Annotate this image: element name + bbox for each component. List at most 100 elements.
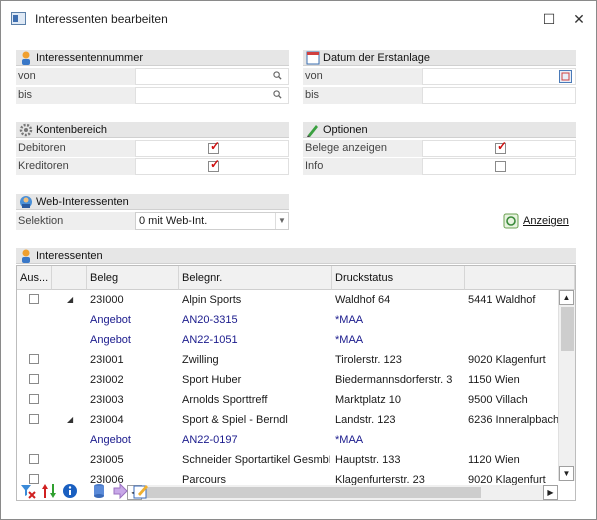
chevron-down-icon[interactable]: ▼ [275, 213, 288, 229]
anzeigen-label: Anzeigen [523, 215, 569, 227]
hscroll-thumb[interactable] [144, 487, 481, 498]
table-row[interactable]: ◢ 23I000 Alpin Sports Waldhof 64 5441 Waldho… [17, 290, 558, 310]
filter-clear-icon[interactable] [20, 483, 36, 499]
kreditoren-checkbox[interactable] [208, 157, 220, 172]
title-bar: Interessenten bearbeiten ☐ ✕ [1, 1, 596, 37]
table-row[interactable]: 23I002 Sport Huber Biedermannsdorferstr. 3… [17, 370, 558, 390]
interessenten-table: Aus... Beleg Belegnr. Druckstatus ◢ 23I00… [16, 265, 576, 501]
scroll-right-button[interactable]: ▶ [543, 485, 558, 500]
belege-row [422, 139, 576, 157]
cell-druckstatus: *MAA [335, 334, 364, 346]
table-subrow[interactable]: Angebot AN22-1051 *MAA [17, 330, 558, 350]
refresh-icon [503, 213, 519, 229]
cell-beleg: 23I000 [90, 294, 124, 306]
row-checkbox[interactable] [29, 374, 39, 384]
search-icon[interactable] [273, 71, 282, 80]
database-icon[interactable] [91, 483, 107, 499]
datum-von-input[interactable] [422, 68, 576, 85]
cell-extra [468, 310, 558, 330]
expand-icon[interactable]: ◢ [67, 290, 79, 310]
cell-belegnr: Alpin Sports [182, 294, 242, 306]
cell-belegnr: Sport Huber [182, 374, 242, 386]
selektion-dropdown[interactable]: 0 mit Web-Int. ▼ [135, 212, 289, 230]
col-header-aus[interactable]: Aus... [17, 266, 52, 290]
cell-beleg: 23I005 [90, 454, 124, 466]
section-title: Web-Interessenten [36, 196, 129, 208]
cell-belegnr: AN22-0197 [182, 434, 238, 446]
row-checkbox[interactable] [29, 394, 39, 404]
bis-label: bis [16, 87, 135, 104]
cell-extra [468, 330, 558, 350]
datum-bis-input[interactable] [422, 87, 576, 104]
col-header-extra[interactable] [465, 266, 575, 290]
cell-extra: 1150 Wien [468, 374, 520, 386]
web-user-icon [20, 196, 32, 208]
cell-belegnr: AN20-3315 [182, 314, 238, 326]
cell-beleg: 23I003 [90, 394, 124, 406]
interessent-von-input[interactable] [135, 68, 289, 85]
cell-druckstatus: Landstr. 123 [335, 414, 396, 426]
row-checkbox[interactable] [29, 414, 39, 424]
gear-icon [19, 123, 33, 137]
row-checkbox[interactable] [29, 454, 39, 464]
table-subrow[interactable]: Angebot AN22-0197 *MAA [17, 430, 558, 450]
debitoren-checkbox[interactable] [208, 139, 220, 154]
expand-icon[interactable]: ◢ [67, 410, 79, 430]
scroll-thumb[interactable] [561, 307, 574, 351]
close-button[interactable]: ✕ [568, 8, 590, 30]
section-interessenten: Interessenten [16, 248, 576, 264]
interessent-bis-input[interactable] [135, 87, 289, 104]
person-icon [22, 249, 30, 263]
expand-icon[interactable] [67, 450, 79, 470]
section-title: Interessentennummer [36, 52, 143, 64]
cell-belegnr: Sport & Spiel - Berndl [182, 414, 288, 426]
col-header-druckstatus[interactable]: Druckstatus [332, 266, 465, 290]
col-header-beleg[interactable]: Beleg [87, 266, 179, 290]
table-row[interactable]: 23I001 Zwilling Tirolerstr. 123 9020 Klagen… [17, 350, 558, 370]
horizontal-scrollbar[interactable]: ◀ ▶ [127, 485, 558, 500]
von-label: von [16, 68, 135, 85]
search-icon[interactable] [273, 90, 282, 99]
cell-druckstatus: Waldhof 64 [335, 294, 391, 306]
expand-icon[interactable] [67, 370, 79, 390]
col-header-expand[interactable] [52, 266, 87, 290]
belege-checkbox[interactable] [495, 139, 507, 154]
cell-belegnr: AN22-1051 [182, 334, 238, 346]
expand-icon[interactable] [67, 350, 79, 370]
row-checkbox[interactable] [29, 294, 39, 304]
debitoren-label: Debitoren [16, 140, 135, 157]
edit-icon[interactable] [133, 483, 149, 499]
anzeigen-button[interactable]: Anzeigen [503, 212, 569, 230]
expand-icon[interactable] [67, 390, 79, 410]
window-title: Interessenten bearbeiten [35, 12, 168, 26]
row-checkbox[interactable] [29, 354, 39, 364]
cell-druckstatus: Hauptstr. 133 [335, 454, 401, 466]
table-subrow[interactable]: Angebot AN20-3315 *MAA [17, 310, 558, 330]
selektion-value: 0 mit Web-Int. [139, 215, 208, 227]
info-checkbox[interactable] [495, 161, 506, 172]
scroll-up-button[interactable]: ▲ [559, 290, 574, 305]
sort-icon[interactable] [41, 483, 57, 499]
scroll-down-button[interactable]: ▼ [559, 466, 574, 481]
section-title: Interessenten [36, 250, 103, 262]
kreditoren-row [135, 157, 289, 175]
maximize-button[interactable]: ☐ [538, 8, 560, 30]
col-header-belegnr[interactable]: Belegnr. [179, 266, 332, 290]
table-row[interactable]: 23I005 Schneider Sportartikel GesmbH Haupt… [17, 450, 558, 470]
belege-label: Belege anzeigen [303, 140, 422, 157]
table-row[interactable]: 23I003 Arnolds Sporttreff Marktplatz 10 950… [17, 390, 558, 410]
forward-arrow-icon[interactable] [112, 483, 128, 499]
vertical-scrollbar[interactable]: ▲ ▼ [558, 290, 575, 481]
table-row[interactable]: ◢ 23I004 Sport & Spiel - Berndl Landstr. 12… [17, 410, 558, 430]
datum-von-label: von [303, 68, 422, 85]
date-picker-icon[interactable] [559, 70, 572, 83]
cell-extra: 9500 Villach [468, 394, 528, 406]
cell-extra: 1120 Wien [468, 454, 520, 466]
selektion-label: Selektion [16, 212, 135, 230]
kreditoren-label: Kreditoren [16, 158, 135, 175]
debitoren-row [135, 139, 289, 157]
info-icon[interactable] [62, 483, 78, 499]
cell-druckstatus: *MAA [335, 314, 364, 326]
section-optionen: Optionen [303, 122, 576, 138]
cell-druckstatus: Biedermannsdorferstr. 3 [335, 374, 453, 386]
